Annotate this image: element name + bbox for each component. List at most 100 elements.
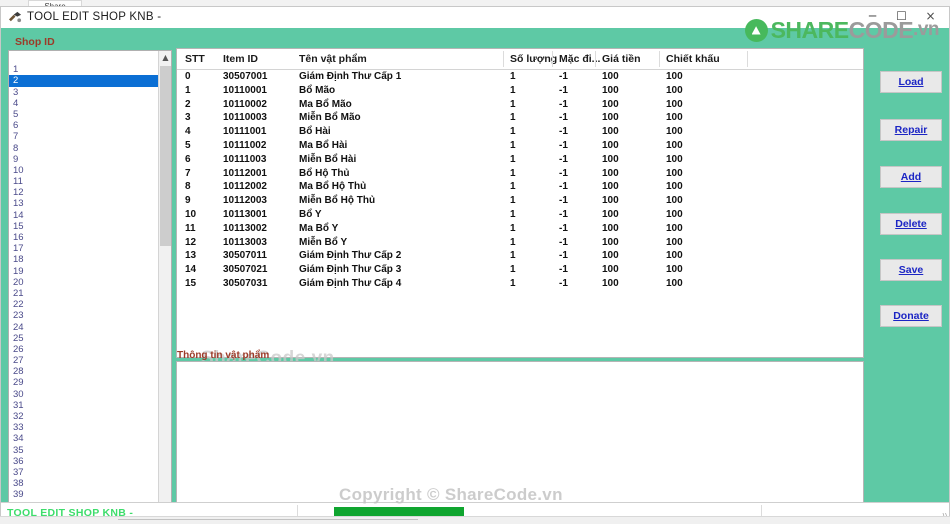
table-row[interactable]: 11 10113002 Ma Bổ Y 1 -1 100 100 <box>177 222 863 236</box>
shop-id-item[interactable]: 22 <box>9 299 159 310</box>
shop-id-list[interactable]: 1 2 3 4 5 6 7 8 9 10 11 12 13 14 15 16 17 18 19 20 21 22 23 24 2… <box>9 51 159 520</box>
table-row[interactable]: 1 10110001 Bổ Mão 1 -1 100 100 <box>177 84 863 98</box>
table-row[interactable]: 7 10112001 Bổ Hộ Thủ 1 -1 100 100 <box>177 167 863 181</box>
shop-id-item[interactable]: 20 <box>9 277 159 288</box>
add-button[interactable]: Add <box>880 166 942 188</box>
shop-id-item[interactable]: 10 <box>9 165 159 176</box>
table-row[interactable]: 5 10111002 Ma Bổ Hài 1 -1 100 100 <box>177 139 863 153</box>
cell-item-id: 30507011 <box>223 250 267 262</box>
table-row[interactable]: 9 10112003 Miễn Bổ Hộ Thủ 1 -1 100 100 <box>177 194 863 208</box>
shop-id-item[interactable]: 16 <box>9 232 159 243</box>
delete-button[interactable]: Delete <box>880 213 942 235</box>
shop-id-item[interactable] <box>9 53 159 64</box>
table-row[interactable]: 2 10110002 Ma Bổ Mão 1 -1 100 100 <box>177 98 863 112</box>
column-header-discount[interactable]: Chiết khấu <box>666 53 720 65</box>
shop-id-item[interactable]: 30 <box>9 389 159 400</box>
cell-default: -1 <box>559 181 568 193</box>
shop-id-item[interactable]: 15 <box>9 221 159 232</box>
window-title: TOOL EDIT SHOP KNB - <box>27 11 162 23</box>
shop-id-item[interactable]: 29 <box>9 377 159 388</box>
shop-id-item[interactable]: 37 <box>9 467 159 478</box>
repair-button[interactable]: Repair <box>880 119 942 141</box>
shop-id-listbox[interactable]: 1 2 3 4 5 6 7 8 9 10 11 12 13 14 15 16 17 18 19 20 21 22 23 24 2… <box>8 50 172 521</box>
info-panel-textbox[interactable] <box>176 361 864 506</box>
table-row[interactable]: 0 30507001 Giám Định Thư Cấp 1 1 -1 100 100 <box>177 70 863 84</box>
shop-id-item[interactable]: 13 <box>9 198 159 209</box>
table-row[interactable]: 6 10111003 Miễn Bổ Hài 1 -1 100 100 <box>177 153 863 167</box>
table-row[interactable]: 15 30507031 Giám Định Thư Cấp 4 1 -1 100 100 <box>177 277 863 291</box>
save-button[interactable]: Save <box>880 259 942 281</box>
grid-body[interactable]: 0 30507001 Giám Định Thư Cấp 1 1 -1 100 100 1 10… <box>177 70 863 291</box>
cell-price: 100 <box>602 195 619 207</box>
cell-quantity: 1 <box>510 98 516 110</box>
cell-default: -1 <box>559 112 568 124</box>
shop-id-item[interactable]: 2 <box>9 75 159 87</box>
shop-id-item[interactable]: 24 <box>9 322 159 333</box>
close-button[interactable]: × <box>916 7 945 26</box>
shop-id-item[interactable]: 23 <box>9 310 159 321</box>
shop-id-item[interactable]: 12 <box>9 187 159 198</box>
shop-id-item[interactable]: 34 <box>9 433 159 444</box>
shop-id-item[interactable]: 25 <box>9 333 159 344</box>
column-header-quantity[interactable]: Số lượng <box>510 53 557 65</box>
donate-button[interactable]: Donate <box>880 305 942 327</box>
shop-id-item[interactable]: 19 <box>9 266 159 277</box>
cell-default: -1 <box>559 236 568 248</box>
scrollbar-thumb[interactable] <box>160 66 171 246</box>
shop-id-item[interactable]: 6 <box>9 120 159 131</box>
table-row[interactable]: 4 10111001 Bổ Hài 1 -1 100 100 <box>177 125 863 139</box>
cell-name: Bổ Hộ Thủ <box>299 167 350 179</box>
cell-default: -1 <box>559 98 568 110</box>
shop-id-item[interactable]: 3 <box>9 87 159 98</box>
minimize-button[interactable]: ─ <box>858 7 887 26</box>
cell-quantity: 1 <box>510 222 516 234</box>
shop-id-item[interactable]: 8 <box>9 143 159 154</box>
load-button[interactable]: Load <box>880 71 942 93</box>
table-row[interactable]: 10 10113001 Bổ Y 1 -1 100 100 <box>177 208 863 222</box>
cell-price: 100 <box>602 167 619 179</box>
cell-default: -1 <box>559 277 568 289</box>
cell-discount: 100 <box>666 84 683 96</box>
cell-price: 100 <box>602 250 619 262</box>
shop-id-item[interactable]: 1 <box>9 64 159 75</box>
cell-item-id: 10113002 <box>223 222 267 234</box>
shop-id-item[interactable]: 17 <box>9 243 159 254</box>
shop-id-item[interactable]: 31 <box>9 400 159 411</box>
shop-id-item[interactable]: 26 <box>9 344 159 355</box>
shop-id-item[interactable]: 27 <box>9 355 159 366</box>
shop-id-item[interactable]: 38 <box>9 478 159 489</box>
shop-id-item[interactable]: 18 <box>9 254 159 265</box>
shop-id-item[interactable]: 35 <box>9 445 159 456</box>
table-row[interactable]: 8 10112002 Ma Bổ Hộ Thủ 1 -1 100 100 <box>177 180 863 194</box>
shop-id-item[interactable]: 39 <box>9 489 159 500</box>
shop-id-item[interactable]: 32 <box>9 411 159 422</box>
shop-id-item[interactable]: 5 <box>9 109 159 120</box>
maximize-button[interactable]: ☐ <box>887 7 916 26</box>
column-header-stt[interactable]: STT <box>185 53 205 65</box>
scroll-up-arrow-icon[interactable]: ▲ <box>159 51 171 64</box>
shop-id-item[interactable]: 9 <box>9 154 159 165</box>
shop-id-item[interactable]: 11 <box>9 176 159 187</box>
table-row[interactable]: 14 30507021 Giám Định Thư Cấp 3 1 -1 100 100 <box>177 263 863 277</box>
column-header-item-id[interactable]: Item ID <box>223 53 258 65</box>
table-row[interactable]: 12 10113003 Miễn Bổ Y 1 -1 100 100 <box>177 236 863 250</box>
cell-discount: 100 <box>666 250 683 262</box>
table-row[interactable]: 13 30507011 Giám Định Thư Cấp 2 1 -1 100 100 <box>177 249 863 263</box>
shop-id-item[interactable]: 33 <box>9 422 159 433</box>
shop-id-item[interactable]: 36 <box>9 456 159 467</box>
shop-id-item[interactable]: 14 <box>9 210 159 221</box>
cell-item-id: 10113003 <box>223 236 267 248</box>
column-header-price[interactable]: Giá tiền <box>602 53 641 65</box>
shop-id-scrollbar[interactable]: ▲ ▼ <box>158 51 171 520</box>
shop-id-item[interactable]: 21 <box>9 288 159 299</box>
cell-name: Ma Bổ Hộ Thủ <box>299 181 367 193</box>
cell-discount: 100 <box>666 195 683 207</box>
shop-id-item[interactable]: 28 <box>9 366 159 377</box>
shop-id-item[interactable]: 7 <box>9 131 159 142</box>
cell-discount: 100 <box>666 153 683 165</box>
table-row[interactable]: 3 10110003 Miễn Bổ Mão 1 -1 100 100 <box>177 111 863 125</box>
cell-quantity: 1 <box>510 153 516 165</box>
item-grid[interactable]: STT Item ID Tên vật phẩm Số lượng Mặc đi… <box>176 48 864 358</box>
shop-id-item[interactable]: 4 <box>9 98 159 109</box>
column-header-name[interactable]: Tên vật phẩm <box>299 53 367 65</box>
